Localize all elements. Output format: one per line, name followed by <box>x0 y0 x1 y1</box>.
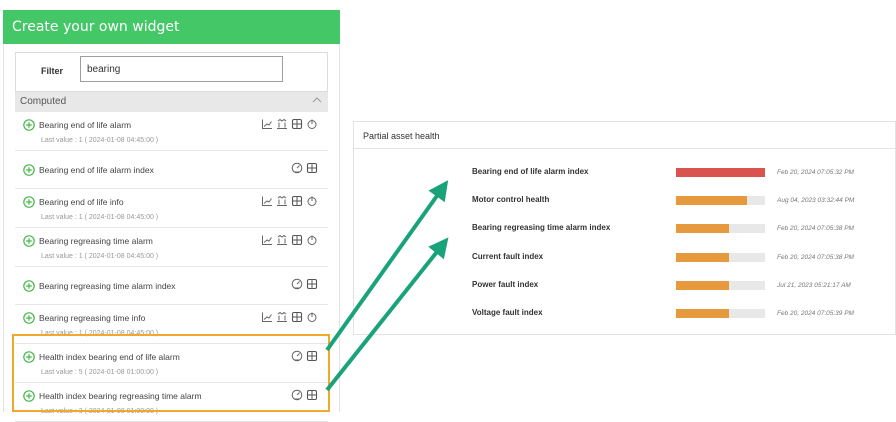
add-circle-icon[interactable] <box>23 196 35 208</box>
partial-asset-health-widget: Partial asset health Bearing end of life… <box>353 121 896 335</box>
gauge-icon[interactable] <box>291 162 303 174</box>
health-row-date: Aug 04, 2023 03:32:44 PM <box>777 197 855 204</box>
tile-icon[interactable] <box>291 311 303 323</box>
tile-icon[interactable] <box>291 234 303 246</box>
health-bar-track <box>676 253 765 262</box>
health-bar-fill <box>676 253 730 262</box>
tile-icon[interactable] <box>306 350 318 362</box>
add-circle-icon[interactable] <box>23 119 35 131</box>
health-row-date: Jul 21, 2023 05:21:17 AM <box>777 282 851 289</box>
item-last-value: Last value : 1 ( 2024-01-08 04:45:00 ) <box>41 137 159 144</box>
health-row-label: Motor control health <box>472 195 550 204</box>
health-row[interactable]: Bearing end of life alarm index Feb 20, … <box>354 163 895 183</box>
widget-header: Partial asset health <box>354 122 895 149</box>
panel-title: Create your own widget <box>3 10 340 44</box>
health-bar-fill <box>676 196 748 205</box>
item-name: Health index bearing end of life alarm <box>39 352 180 362</box>
power-icon[interactable] <box>306 234 318 246</box>
add-circle-icon[interactable] <box>23 235 35 247</box>
section-label: Computed <box>20 96 67 107</box>
item-name: Bearing end of life alarm <box>39 120 132 130</box>
line-chart-icon[interactable] <box>261 195 273 207</box>
health-bar-track <box>676 281 765 290</box>
item-last-value: Last value : 1 ( 2024-01-08 04:45:00 ) <box>41 330 159 337</box>
health-bar-fill <box>676 224 730 233</box>
add-circle-icon[interactable] <box>23 164 35 176</box>
line-chart-icon[interactable] <box>261 234 273 246</box>
health-row-label: Bearing regreasing time alarm index <box>472 223 611 232</box>
filter-box: Filter <box>15 52 328 92</box>
trend-icon[interactable] <box>276 118 288 130</box>
panel-body: Filter Computed Bearing end of life alar… <box>3 44 340 422</box>
item-last-value: Last value : 5 ( 2024-01-08 01:00:00 ) <box>41 369 159 376</box>
section-computed-header[interactable]: Computed <box>15 92 328 112</box>
power-icon[interactable] <box>306 311 318 323</box>
tile-icon[interactable] <box>306 278 318 290</box>
item-name: Bearing regreasing time info <box>39 313 146 323</box>
health-row[interactable]: Motor control health Aug 04, 2023 03:32:… <box>354 191 895 211</box>
health-row-date: Feb 20, 2024 07:05:38 PM <box>777 225 854 232</box>
gauge-icon[interactable] <box>291 389 303 401</box>
power-icon[interactable] <box>306 118 318 130</box>
add-circle-icon[interactable] <box>23 351 35 363</box>
line-chart-icon[interactable] <box>261 118 273 130</box>
power-icon[interactable] <box>306 195 318 207</box>
health-row[interactable]: Current fault index Feb 20, 2024 07:05:3… <box>354 248 895 268</box>
gauge-icon[interactable] <box>291 278 303 290</box>
health-row-label: Power fault index <box>472 280 539 289</box>
tile-icon[interactable] <box>291 195 303 207</box>
add-circle-icon[interactable] <box>23 280 35 292</box>
item-name: Bearing regreasing time alarm index <box>39 281 176 291</box>
item-last-value: Last value : 1 ( 2024-01-08 04:45:00 ) <box>41 214 159 221</box>
health-row[interactable]: Voltage fault index Feb 20, 2024 07:05:3… <box>354 304 895 324</box>
list-item[interactable]: Health index bearing end of life alarm L… <box>15 344 328 383</box>
health-bar-track <box>676 196 765 205</box>
trend-icon[interactable] <box>276 234 288 246</box>
item-name: Bearing end of life alarm index <box>39 165 154 175</box>
add-circle-icon[interactable] <box>23 390 35 402</box>
health-bar-fill <box>676 168 765 177</box>
filter-label: Filter <box>41 66 64 76</box>
health-row-date: Feb 20, 2024 07:05:39 PM <box>777 310 854 317</box>
filter-input[interactable] <box>80 56 283 82</box>
tile-icon[interactable] <box>306 389 318 401</box>
list-item[interactable]: Bearing end of life alarm Last value : 1… <box>15 112 328 151</box>
health-row-label: Current fault index <box>472 252 544 261</box>
list-item[interactable]: Bearing regreasing time info Last value … <box>15 305 328 344</box>
tile-icon[interactable] <box>306 162 318 174</box>
chevron-up-icon[interactable] <box>312 95 322 105</box>
item-name: Health index bearing regreasing time ala… <box>39 391 202 401</box>
list-item[interactable]: Bearing regreasing time alarm Last value… <box>15 228 328 267</box>
health-bar-track <box>676 224 765 233</box>
item-name: Bearing end of life info <box>39 197 124 207</box>
health-row-label: Voltage fault index <box>472 308 543 317</box>
tile-icon[interactable] <box>291 118 303 130</box>
trend-icon[interactable] <box>276 195 288 207</box>
health-row-date: Feb 20, 2024 07:05:38 PM <box>777 254 854 261</box>
item-name: Bearing regreasing time alarm <box>39 236 153 246</box>
health-bar-track <box>676 309 765 318</box>
health-bar-fill <box>676 281 730 290</box>
list-item[interactable]: Health index bearing regreasing time ala… <box>15 383 328 422</box>
health-row[interactable]: Power fault index Jul 21, 2023 05:21:17 … <box>354 276 895 296</box>
health-bar-track <box>676 168 765 177</box>
add-circle-icon[interactable] <box>23 312 35 324</box>
health-bar-fill <box>676 309 730 318</box>
health-row[interactable]: Bearing regreasing time alarm index Feb … <box>354 219 895 239</box>
list-item[interactable]: Bearing end of life info Last value : 1 … <box>15 189 328 228</box>
widget-title: Partial asset health <box>363 131 440 141</box>
widget-panel: Create your own widget Filter Computed B… <box>3 0 340 422</box>
list-item[interactable]: Bearing end of life alarm index <box>15 151 328 189</box>
trend-icon[interactable] <box>276 311 288 323</box>
item-last-value: Last value : 1 ( 2024-01-08 04:45:00 ) <box>41 253 159 260</box>
line-chart-icon[interactable] <box>261 311 273 323</box>
gauge-icon[interactable] <box>291 350 303 362</box>
health-row-date: Feb 20, 2024 07:05:32 PM <box>777 169 854 176</box>
health-row-label: Bearing end of life alarm index <box>472 167 589 176</box>
list-item[interactable]: Bearing regreasing time alarm index <box>15 267 328 305</box>
computed-list: Bearing end of life alarm Last value : 1… <box>15 112 328 422</box>
